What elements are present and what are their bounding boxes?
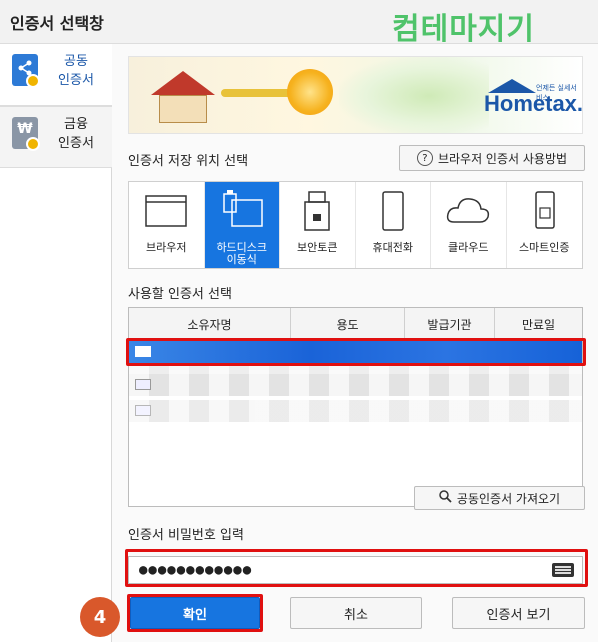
import-cert-button[interactable]: 공동인증서 가져오기 xyxy=(414,486,585,510)
step-number-badge: 4 xyxy=(80,597,120,637)
hometax-banner: 언제든 실세서비스 Hometax. xyxy=(128,56,583,134)
watermark: 컴테마지기 xyxy=(392,12,535,47)
sidebar-item-label: 금융 인증서 xyxy=(58,117,94,151)
help-button-label: 브라우저 인증서 사용방법 xyxy=(437,151,568,166)
column-header-owner[interactable]: 소유자명 xyxy=(129,308,291,340)
storage-option-label: 하드디스크 이동식 xyxy=(216,241,268,266)
help-icon: ? xyxy=(416,150,433,166)
browser-icon xyxy=(145,195,187,227)
cloud-icon xyxy=(447,198,490,223)
certificate-icon xyxy=(135,405,151,416)
leaves-illustration xyxy=(339,57,489,133)
sidebar-item-finance-cert[interactable]: ₩ 금융 인증서 xyxy=(0,106,112,168)
sidebar: 공동 인증서 ₩ 금융 인증서 xyxy=(0,44,112,642)
cancel-button[interactable]: 취소 xyxy=(290,597,422,629)
verified-badge-icon xyxy=(26,137,40,151)
window-title: 인증서 선택창 xyxy=(10,14,104,33)
storage-option-cloud[interactable]: 클라우드 xyxy=(431,182,507,268)
cert-row[interactable] xyxy=(129,400,582,422)
hometax-logo: 언제든 실세서비스 Hometax. xyxy=(484,79,582,117)
flower-illustration xyxy=(287,69,333,115)
storage-heading: 인증서 저장 위치 선택 xyxy=(128,154,249,169)
column-header-usage[interactable]: 용도 xyxy=(291,308,405,340)
cert-list-heading: 사용할 인증서 선택 xyxy=(128,287,232,302)
column-header-expiry[interactable]: 만료일 xyxy=(495,308,582,340)
storage-option-label: 클라우드 xyxy=(448,241,489,254)
smart-card-icon xyxy=(535,191,555,229)
certificate-icon xyxy=(135,379,151,390)
storage-option-label: 스마트인증 xyxy=(518,241,570,254)
import-button-label: 공동인증서 가져오기 xyxy=(456,491,561,506)
column-header-issuer[interactable]: 발급기관 xyxy=(405,308,495,340)
storage-option-harddisk[interactable]: 하드디스크 이동식 xyxy=(204,182,280,268)
cert-row[interactable] xyxy=(129,374,582,396)
mobile-phone-icon xyxy=(382,191,404,231)
search-icon xyxy=(439,490,452,506)
storage-option-label: 휴대전화 xyxy=(372,241,413,254)
security-token-icon xyxy=(304,191,330,231)
cert-row[interactable] xyxy=(129,366,582,374)
ok-button-highlight xyxy=(127,594,263,632)
storage-option-browser[interactable]: 브라우저 xyxy=(129,182,205,268)
verified-badge-icon xyxy=(26,74,40,88)
storage-option-security-token[interactable]: 보안토큰 xyxy=(280,182,356,268)
storage-selector: 브라우저 하드디스크 이동식 보안토큰 휴대전화 클라우드 스마트인증 xyxy=(128,181,583,269)
cert-table-header: 소유자명 용도 발급기관 만료일 xyxy=(129,308,582,341)
storage-option-mobile[interactable]: 휴대전화 xyxy=(356,182,431,268)
browser-cert-help-button[interactable]: ? 브라우저 인증서 사용방법 xyxy=(399,145,585,171)
selected-row-highlight xyxy=(126,338,586,366)
view-cert-button[interactable]: 인증서 보기 xyxy=(452,597,585,629)
usb-drive-icon xyxy=(223,190,263,227)
main-panel: 언제든 실세서비스 Hometax. 인증서 저장 위치 선택 ? 브라우저 인… xyxy=(112,44,598,642)
password-highlight xyxy=(125,549,588,587)
house-illustration xyxy=(151,71,215,123)
cert-table: 소유자명 용도 발급기관 만료일 xyxy=(128,307,583,507)
sidebar-item-joint-cert[interactable]: 공동 인증서 xyxy=(0,44,112,106)
storage-option-label: 보안토큰 xyxy=(297,241,338,254)
password-label: 인증서 비밀번호 입력 xyxy=(128,528,244,543)
storage-option-smart-auth[interactable]: 스마트인증 xyxy=(507,182,583,268)
sidebar-item-label: 공동 인증서 xyxy=(58,54,94,88)
storage-option-label: 브라우저 xyxy=(146,241,187,254)
